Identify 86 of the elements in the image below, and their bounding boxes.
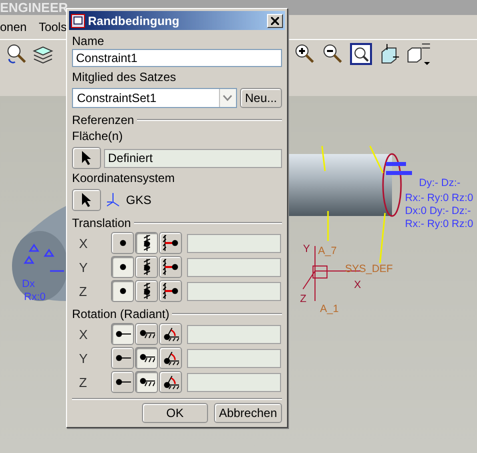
dof-option-button[interactable] [111,323,134,345]
menu-item[interactable]: Tools [38,20,67,34]
field-label: Fläche(n) [72,129,124,143]
section-heading: Rotation (Radiant) [72,307,170,321]
dialog-title: Randbedingung [88,14,180,28]
model-label: A_7 [318,245,337,257]
model-label: Z [300,293,306,305]
dof-option-button[interactable] [135,256,158,278]
dof-option-button[interactable] [135,280,158,302]
dof-option-button[interactable] [159,280,182,302]
name-field[interactable]: Constraint1 [72,49,282,67]
prescribed-displacement-icon [162,259,178,275]
fixed-point-icon [142,235,152,251]
free-point-icon [118,263,126,271]
dof-option-button[interactable] [111,371,134,393]
section-heading: Translation [72,216,131,230]
cursor-icon [82,151,92,165]
model-label: SYS_DEF [345,263,393,275]
model-label: Dx [22,278,35,290]
set-dropdown[interactable]: ConstraintSet1 [72,88,237,108]
model-label: X [354,279,362,291]
surface-field: Definiert [104,148,282,168]
axis-label: Y [78,350,89,366]
model-label: Rx:- Ry:0 Rz:0 [405,192,474,204]
prescribed-displacement-icon [162,235,178,251]
dof-option-button[interactable] [159,347,182,369]
layer-search-icon[interactable] [6,43,28,65]
section-heading: Referenzen [72,113,134,127]
field-label: Mitglied des Satzes [72,70,178,84]
dof-option-button[interactable] [159,232,182,254]
fixed-rotation-icon [138,329,154,339]
prescribed-displacement-icon [162,283,178,299]
free-point-icon [118,287,126,295]
model-label: Rx:0 [24,291,46,303]
dropdown-caret-icon [223,95,232,101]
select-button[interactable] [72,189,101,211]
dof-option-button[interactable] [111,280,134,302]
model-label: Rx:- Ry:0 Rz:0 [405,218,474,230]
dof-option-button[interactable] [111,256,134,278]
dof-option-button[interactable] [159,323,182,345]
axis-label: Z [78,284,88,298]
zoom-in-icon[interactable] [294,43,316,65]
dialog-app-icon [71,14,85,28]
fixed-rotation-icon [138,377,154,387]
dof-option-button[interactable] [111,232,134,254]
axis-label: Y [78,260,89,274]
prescribed-rotation-icon [162,350,178,366]
axis-label: X [78,326,89,342]
fixed-point-icon [142,283,152,299]
dof-option-button[interactable] [135,323,158,345]
free-point-icon [118,239,126,247]
select-button[interactable] [72,147,101,169]
cursor-icon [82,193,92,207]
axis-label: Z [78,374,88,390]
dof-option-button[interactable] [135,347,158,369]
app-title: ENGINEER [0,0,68,15]
zoom-out-icon[interactable] [322,43,344,65]
close-icon [271,16,279,24]
dof-option-button[interactable] [135,371,158,393]
saved-view-icon[interactable] [406,43,432,65]
prescribed-rotation-icon [162,374,178,390]
dof-option-button[interactable] [111,347,134,369]
dialog-button[interactable]: OK [142,403,208,423]
menu-item[interactable]: onen [0,20,27,34]
fixed-point-icon [142,259,152,275]
model-label: A_1 [320,303,339,315]
dof-option-button[interactable] [135,232,158,254]
model-label: Y [303,243,310,255]
prescribed-rotation-icon [162,326,178,342]
field-label: Name [72,34,106,48]
csys-value: GKS [126,193,152,207]
model-label: Dy:- Dz:- [419,177,460,189]
fixed-rotation-icon [138,353,154,363]
free-rotation-icon [114,354,130,362]
free-rotation-icon [114,330,130,338]
dof-option-button[interactable] [159,256,182,278]
field-label: Koordinatensystem [72,171,176,185]
axis-label: X [78,236,89,250]
close-button[interactable] [267,14,283,28]
coordinate-system-icon [105,192,121,208]
dialog-button[interactable]: Abbrechen [214,403,282,423]
free-rotation-icon [114,378,130,386]
new-button[interactable]: Neu... [240,88,282,108]
zoom-fit-icon[interactable] [350,43,372,65]
model-label: Dx:0 Dy:- Dz:- [405,205,471,217]
dof-option-button[interactable] [159,371,182,393]
